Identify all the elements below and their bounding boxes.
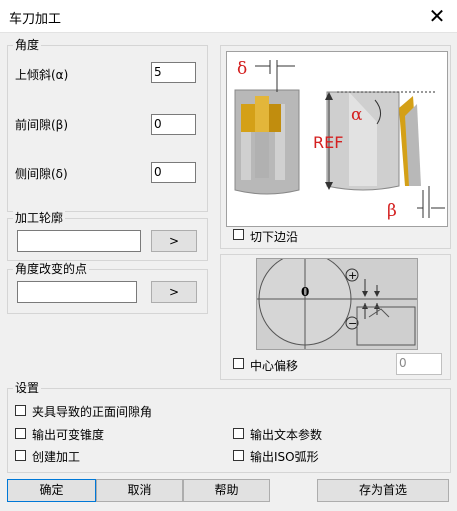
iso-arc-checkbox[interactable] xyxy=(233,450,244,461)
clearance-input[interactable]: 0 xyxy=(151,114,196,135)
center-offset-checkbox[interactable] xyxy=(233,358,244,369)
ok-button[interactable]: 确定 xyxy=(7,479,96,502)
center-offset-label: 中心偏移 xyxy=(250,359,299,373)
side-clearance-label: 侧间隙(δ) xyxy=(15,167,68,181)
title-bar: 车刀加工 ✕ xyxy=(0,0,457,32)
cut-edge-checkbox[interactable] xyxy=(233,229,244,240)
profile-input[interactable] xyxy=(17,230,141,252)
rake-angle-input[interactable]: 5 xyxy=(151,62,196,83)
variable-taper-checkbox[interactable] xyxy=(15,428,26,439)
plus-symbol: + xyxy=(348,269,357,282)
center-offset-input[interactable]: 0 xyxy=(396,353,442,375)
save-default-button[interactable]: 存为首选 xyxy=(317,479,449,502)
beta-symbol: β xyxy=(387,201,397,221)
iso-arc-label: 输出ISO弧形 xyxy=(250,450,319,464)
tool-angle-diagram: δ REF α β xyxy=(226,51,448,227)
title-separator xyxy=(0,32,457,33)
fixture-clearance-label: 夹具导致的正面间隙角 xyxy=(32,405,153,419)
delta-symbol: δ xyxy=(237,59,247,79)
profile-select-button[interactable]: > xyxy=(151,230,197,252)
profile-group-title: 加工轮廓 xyxy=(13,211,66,225)
close-icon[interactable]: ✕ xyxy=(425,3,449,29)
create-machining-checkbox[interactable] xyxy=(15,450,26,461)
center-offset-svg: 0 + − xyxy=(257,252,417,349)
create-machining-label: 创建加工 xyxy=(32,450,81,464)
settings-group-title: 设置 xyxy=(13,381,42,395)
center-offset-diagram: 0 + − xyxy=(256,252,418,350)
alpha-symbol: α xyxy=(351,105,363,125)
ref-label: REF xyxy=(313,133,343,152)
angle-change-group-title: 角度改变的点 xyxy=(13,262,90,276)
cancel-button[interactable]: 取消 xyxy=(96,479,183,502)
rake-angle-label: 上倾斜(α) xyxy=(15,68,69,82)
angle-change-select-button[interactable]: > xyxy=(151,281,197,303)
tool-angle-svg: δ REF α β xyxy=(234,59,445,221)
help-button[interactable]: 帮助 xyxy=(183,479,270,502)
angle-group-title: 角度 xyxy=(13,38,42,52)
text-params-checkbox[interactable] xyxy=(233,428,244,439)
cut-edge-label: 切下边沿 xyxy=(250,230,299,244)
side-clearance-input[interactable]: 0 xyxy=(151,162,196,183)
fixture-clearance-checkbox[interactable] xyxy=(15,405,26,416)
text-params-label: 输出文本参数 xyxy=(250,428,323,442)
minus-symbol: − xyxy=(348,317,357,330)
origin-zero: 0 xyxy=(301,285,309,299)
clearance-label: 前间隙(β) xyxy=(15,118,69,132)
angle-change-input[interactable] xyxy=(17,281,137,303)
window-title: 车刀加工 xyxy=(9,12,62,27)
variable-taper-label: 输出可变锥度 xyxy=(32,428,105,442)
